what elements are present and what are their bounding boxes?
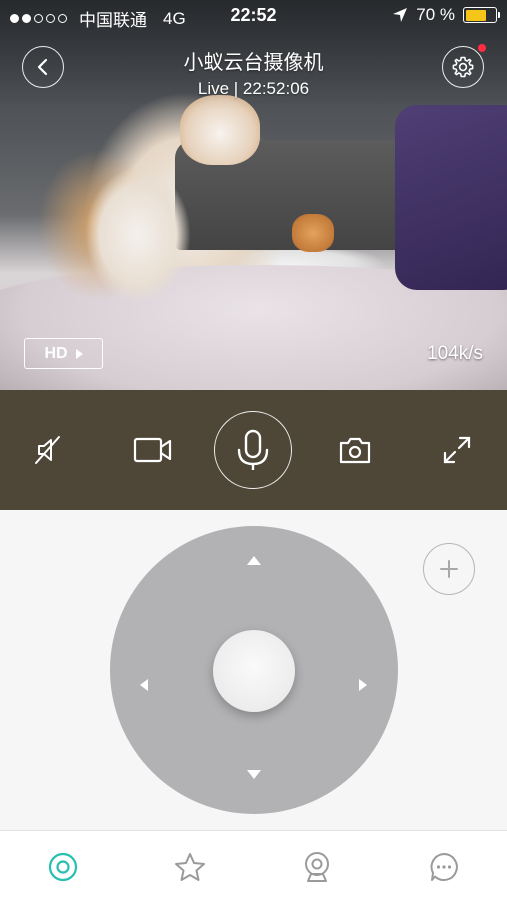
- video-pillow: [395, 105, 507, 290]
- fullscreen-icon: [443, 436, 471, 464]
- camera-icon: [305, 852, 329, 882]
- microphone-icon: [237, 429, 269, 470]
- plus-icon: [440, 560, 458, 578]
- tab-favorites[interactable]: [172, 849, 208, 885]
- quality-label: HD: [44, 344, 68, 362]
- settings-notification-badge: [478, 44, 486, 52]
- video-record-icon: [133, 437, 172, 463]
- bottom-tab-bar: [0, 830, 507, 900]
- status-right: 70 %: [392, 5, 500, 25]
- settings-button[interactable]: [442, 46, 484, 88]
- talk-button[interactable]: [214, 411, 292, 489]
- message-icon: [430, 853, 458, 881]
- status-bar: 中国联通 4G 22:52 70 %: [0, 0, 507, 33]
- battery-fill: [465, 9, 486, 21]
- gear-icon: [452, 56, 474, 78]
- pan-tilt-joystick[interactable]: [110, 526, 398, 814]
- camera-snapshot-icon: [339, 437, 371, 464]
- star-icon: [175, 853, 205, 881]
- video-kitten: [292, 214, 334, 252]
- live-video-feed[interactable]: 中国联通 4G 22:52 70 % 小蚁云台摄像机 Live | 22:52:…: [0, 0, 507, 390]
- bitrate-readout: 104k/s: [427, 343, 483, 364]
- home-icon: [48, 852, 78, 882]
- quality-toggle-button[interactable]: HD: [24, 338, 103, 369]
- arrow-left-icon[interactable]: [140, 679, 148, 691]
- play-triangle-icon: [75, 348, 83, 359]
- page-title: 小蚁云台摄像机: [183, 50, 324, 74]
- joystick-knob[interactable]: [213, 630, 295, 712]
- tab-messages[interactable]: [426, 849, 462, 885]
- arrow-right-icon[interactable]: [359, 679, 367, 691]
- location-arrow-icon: [393, 8, 408, 22]
- arrow-up-icon[interactable]: [247, 556, 261, 565]
- fullscreen-button[interactable]: [437, 430, 477, 470]
- ptz-panel: [0, 510, 507, 830]
- tab-devices[interactable]: [299, 849, 335, 885]
- tab-home[interactable]: [45, 849, 81, 885]
- mute-icon: [35, 436, 60, 464]
- battery-icon: [463, 7, 500, 23]
- live-timestamp: Live | 22:52:06: [197, 79, 310, 98]
- mute-button[interactable]: [28, 430, 68, 470]
- add-preset-button[interactable]: [423, 543, 475, 595]
- control-bar: [0, 390, 507, 510]
- battery-percent: 70 %: [416, 5, 455, 24]
- snapshot-button[interactable]: [334, 430, 376, 470]
- record-button[interactable]: [130, 430, 176, 470]
- arrow-down-icon[interactable]: [247, 770, 261, 779]
